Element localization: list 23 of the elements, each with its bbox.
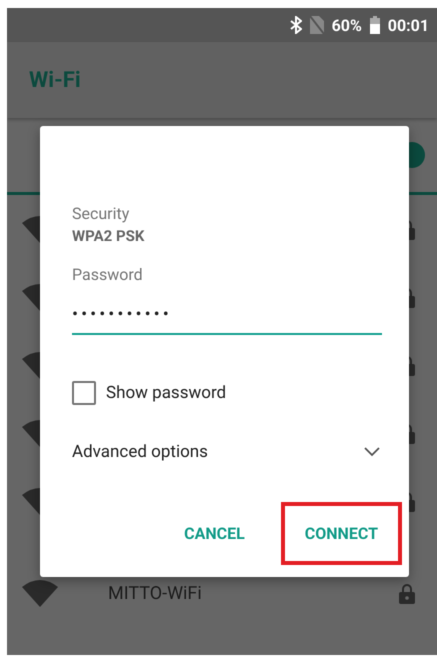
wifi-icon — [22, 351, 40, 379]
security-value: WPA2 PSK — [72, 227, 144, 245]
no-sim-icon — [310, 16, 324, 34]
password-field[interactable]: ••••••••••• — [72, 300, 382, 335]
wifi-icon — [22, 487, 40, 515]
show-password-label: Show password — [106, 383, 226, 403]
wifi-icon — [22, 215, 40, 243]
highlighted-action-button[interactable]: CONNECT — [280, 502, 402, 565]
network-name[interactable]: MITTO-WiFi — [108, 582, 349, 604]
wifi-icon — [22, 579, 58, 607]
chevron-icon[interactable] — [364, 447, 380, 457]
wifi-icon — [22, 283, 40, 311]
screen-title: Wi-Fi — [29, 68, 81, 92]
battery-icon — [370, 16, 380, 34]
password-label: Password — [72, 265, 143, 284]
checkbox[interactable] — [72, 381, 96, 405]
wifi-icon — [22, 419, 40, 447]
bluetooth-icon — [290, 16, 302, 34]
advanced-options-label[interactable]: Advanced options — [72, 442, 208, 462]
action-button[interactable]: CANCEL — [160, 502, 269, 565]
battery-percent: 60% — [332, 16, 362, 34]
clock-time: 00:01 — [388, 16, 429, 34]
security-label: Security — [72, 204, 130, 223]
